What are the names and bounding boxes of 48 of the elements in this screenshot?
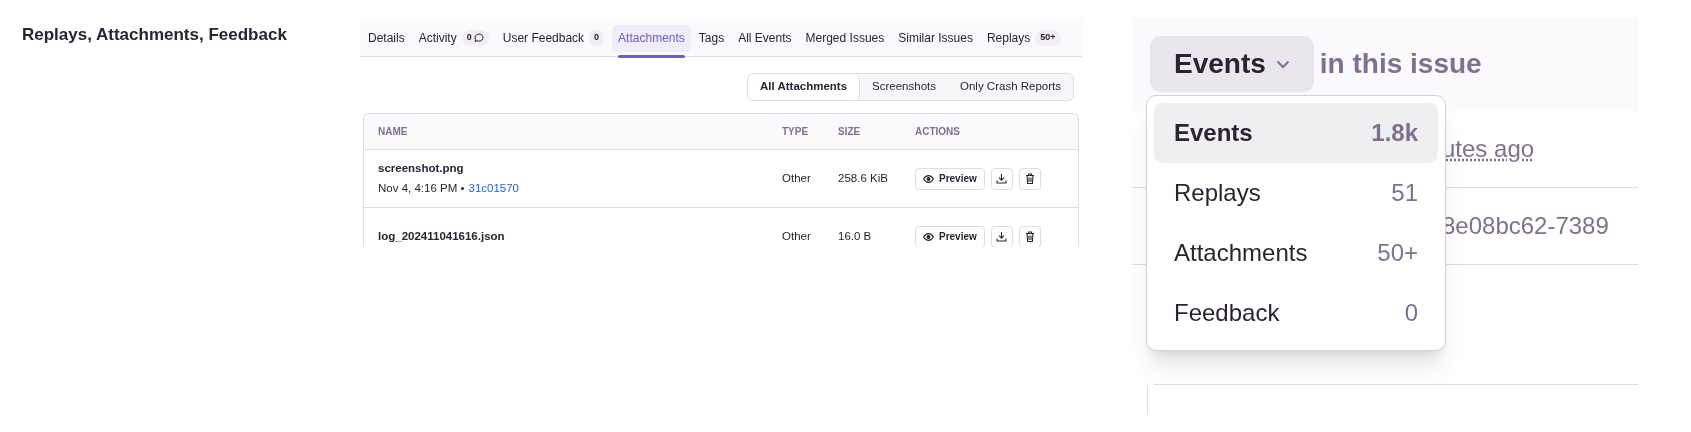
tab[interactable]: Tags	[692, 24, 731, 52]
filter-button[interactable]: Only Crash Reports	[948, 74, 1073, 100]
eye-icon	[923, 174, 934, 183]
timestamp: Nov 4, 4:16 PM •	[378, 180, 465, 196]
delete-button[interactable]	[1018, 225, 1041, 247]
menu-item[interactable]: Replays 51	[1154, 163, 1438, 223]
menu-item[interactable]: Feedback 0	[1154, 283, 1438, 343]
download-icon	[996, 173, 1008, 184]
column-header: SIZE	[838, 125, 862, 139]
tab[interactable]: All Events	[732, 24, 798, 52]
menu-item[interactable]: Attachments 50+	[1154, 223, 1438, 283]
column-header: NAME	[378, 125, 409, 139]
file-name: screenshot.png	[378, 161, 465, 177]
preview-button[interactable]: Preview	[915, 225, 985, 247]
eye-icon	[923, 232, 934, 241]
delete-button[interactable]	[1018, 167, 1041, 190]
table-cell-text: Other	[782, 170, 812, 186]
column-header: TYPE	[782, 125, 810, 139]
event-id-text: 8e08bc62-7389	[1442, 211, 1609, 241]
tab[interactable]: Replays 50+	[980, 24, 1067, 52]
trash-icon	[1024, 231, 1035, 242]
file-name: log_202411041616.json	[378, 228, 506, 244]
event-link[interactable]: 31c01570	[468, 179, 519, 197]
download-button[interactable]	[990, 225, 1013, 247]
issue-heading-suffix: in this issue	[1319, 47, 1482, 81]
tab[interactable]: Activity 0	[412, 24, 495, 52]
download-icon	[996, 231, 1008, 242]
preview-button[interactable]: Preview	[915, 167, 985, 190]
table-cell-text: Other	[782, 228, 812, 244]
table-cell-text: 16.0 B	[838, 228, 873, 244]
section-title: Replays, Attachments, Feedback	[22, 24, 288, 46]
chevron-down-icon	[1275, 59, 1290, 69]
trash-icon	[1024, 173, 1035, 184]
column-header: ACTIONS	[915, 125, 961, 139]
count-badge: 0	[589, 30, 605, 46]
table-cell-text: 258.6 KiB	[838, 170, 889, 186]
filter-button[interactable]: All Attachments	[747, 74, 861, 100]
tab[interactable]: Similar Issues	[892, 24, 979, 52]
event-type-selector[interactable]: Events	[1150, 36, 1314, 92]
menu-item[interactable]: Events 1.8k	[1154, 103, 1438, 163]
count-badge: 0	[461, 30, 489, 46]
tab[interactable]: Attachments	[612, 24, 691, 52]
tab[interactable]: Merged Issues	[799, 24, 891, 52]
download-button[interactable]	[990, 167, 1013, 190]
filter-button[interactable]: Screenshots	[860, 74, 948, 100]
count-badge: 50+	[1035, 30, 1061, 46]
tab[interactable]: Details	[362, 24, 411, 52]
tab[interactable]: User Feedback 0	[496, 24, 611, 52]
